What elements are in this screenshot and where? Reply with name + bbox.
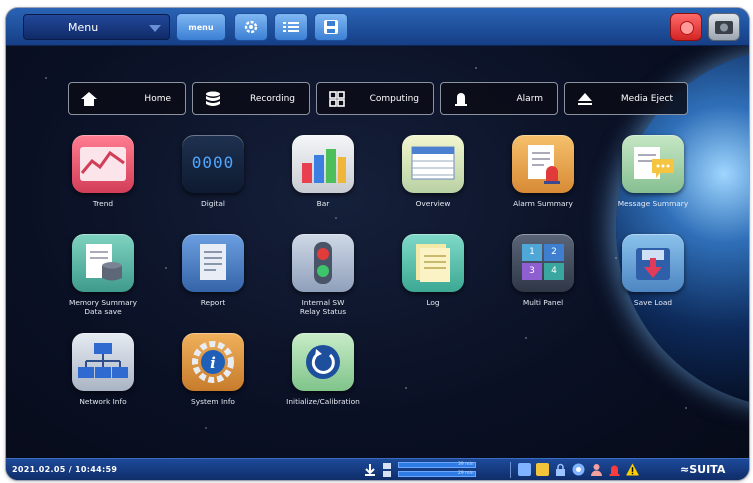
camera-icon [715, 21, 733, 34]
tile-bar[interactable]: Bar [266, 135, 376, 230]
message-icon [622, 135, 684, 193]
status-datetime: 2021.02.05 / 10:44:59 [12, 465, 118, 474]
save-button[interactable] [314, 13, 348, 41]
panel-icon[interactable] [536, 463, 549, 476]
save-icon [324, 20, 338, 34]
reset-icon [292, 333, 354, 391]
tile-log[interactable]: Log [376, 234, 486, 329]
nav-recording-button[interactable]: Recording [192, 82, 310, 115]
grid-icon [325, 90, 349, 108]
divider [510, 462, 511, 478]
alarm-document-icon [512, 135, 574, 193]
overview-table-icon [402, 135, 464, 193]
tile-initialize-calibration-label: Initialize/Calibration [286, 397, 360, 406]
alarm-icon [449, 90, 473, 108]
network-status-icon[interactable] [572, 463, 585, 476]
report-document-icon [182, 234, 244, 292]
menu-icon: menu [188, 22, 214, 32]
panel-4: 4 [544, 263, 564, 280]
brand-logo: ≈SUITA [680, 463, 726, 476]
panel-1: 1 [522, 244, 542, 261]
traffic-light-icon [292, 234, 354, 292]
list-icon [283, 22, 299, 32]
warning-icon[interactable] [626, 463, 639, 476]
tile-memory-summary[interactable]: Memory Summary Data save [46, 234, 156, 329]
save-load-icon [622, 234, 684, 292]
multi-panel-icon: 1 2 3 4 [512, 234, 574, 292]
nav-alarm-label: Alarm [516, 93, 543, 104]
nav-alarm-button[interactable]: Alarm [440, 82, 558, 115]
tile-message-summary[interactable]: Message Summary [596, 135, 706, 230]
save-icon[interactable] [518, 463, 531, 476]
nav-home-button[interactable]: Home [68, 82, 186, 115]
chevron-down-icon [149, 25, 161, 32]
tile-internal-sw[interactable]: Internal SW Relay Status [266, 234, 376, 329]
gear-icon [244, 20, 258, 34]
tile-save-load[interactable]: Save Load [596, 234, 706, 329]
alarm-bell-icon[interactable] [608, 463, 621, 476]
tile-network-info[interactable]: Network Info [46, 333, 156, 428]
tile-alarm-summary[interactable]: Alarm Summary [486, 135, 596, 230]
eject-icon [573, 90, 597, 108]
nav-media-eject-button[interactable]: Media Eject [564, 82, 688, 115]
memory-database-icon [72, 234, 134, 292]
screenshot-button[interactable] [708, 13, 740, 41]
record-button[interactable] [670, 13, 702, 41]
digital-display-icon: 0000 [182, 135, 244, 193]
panel-3: 3 [522, 263, 542, 280]
sd-card-icon [383, 463, 391, 477]
lock-icon[interactable] [554, 463, 567, 476]
tile-multi-panel[interactable]: 1 2 3 4 Multi Panel [486, 234, 596, 329]
download-icon [365, 464, 375, 476]
nav-recording-label: Recording [249, 93, 295, 104]
trend-icon [72, 135, 134, 193]
tile-save-load-label: Save Load [633, 298, 673, 307]
info-gear-icon: i [182, 333, 244, 391]
menu-dropdown-label: Menu [68, 20, 99, 34]
tile-overview[interactable]: Overview [376, 135, 486, 230]
nav-computing-button[interactable]: Computing [316, 82, 434, 115]
menu-dropdown[interactable]: Menu [23, 14, 170, 40]
tile-system-info[interactable]: i System Info [156, 333, 266, 428]
nav-media-eject-label: Media Eject [620, 93, 673, 104]
settings-button[interactable] [234, 13, 268, 41]
tile-initialize-calibration[interactable]: Initialize/Calibration [266, 333, 376, 428]
digital-readout: 0000 [191, 153, 235, 172]
menu-button[interactable]: menu [176, 13, 226, 41]
nav-home-label: Home [144, 93, 171, 104]
tile-report[interactable]: Report [156, 234, 266, 329]
home-icon [77, 90, 101, 108]
tile-trend[interactable]: Trend [46, 135, 156, 230]
top-toolbar: Menu menu [6, 8, 749, 46]
panel-2: 2 [544, 244, 564, 261]
tile-digital[interactable]: 0000 Digital [156, 135, 266, 230]
database-icon [201, 90, 225, 108]
status-bar: 2021.02.05 / 10:44:59 39 min 29 min ≈SUI… [6, 458, 749, 480]
storage-bar-2-value: 29 min [458, 471, 474, 476]
app-window: Menu menu Home Recording Computing Alarm… [6, 8, 749, 480]
storage-bar-1-value: 39 min [458, 462, 474, 467]
list-view-button[interactable] [274, 13, 308, 41]
network-icon [72, 333, 134, 391]
bar-chart-icon [292, 135, 354, 193]
svg-text:i: i [210, 354, 216, 372]
tile-message-summary-label: Message Summary [617, 199, 689, 208]
nav-computing-label: Computing [369, 93, 419, 104]
user-icon[interactable] [590, 463, 603, 476]
log-notes-icon [402, 234, 464, 292]
